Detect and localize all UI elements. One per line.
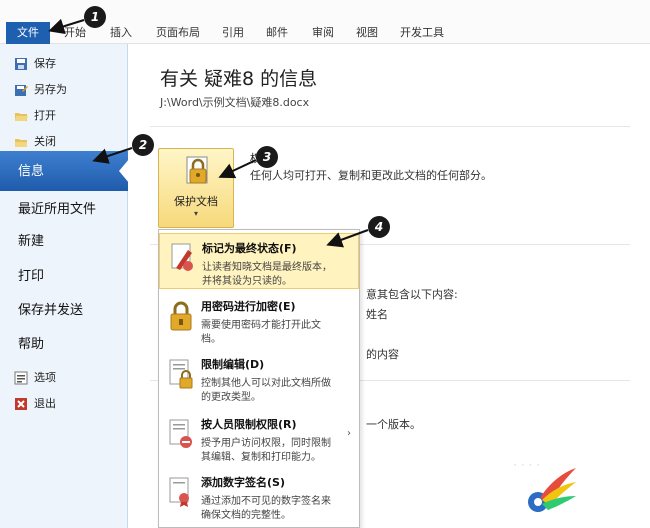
nav-close-label: 关闭 — [34, 135, 56, 148]
tab-review[interactable]: 审阅 — [312, 23, 334, 43]
encrypt-lock-icon — [170, 301, 192, 331]
nav-new[interactable]: 新建 — [18, 230, 44, 254]
tab-developer[interactable]: 开发工具 — [400, 23, 444, 43]
inspect-text: 的内容 — [366, 348, 399, 361]
nav-save-as[interactable]: 另存为 — [14, 80, 67, 100]
protect-document-menu: 标记为最终状态(F) 让读者知晓文档是最终版本， 并将其设为只读的。 用密码进行… — [158, 229, 360, 528]
chevron-right-icon: › — [347, 428, 351, 439]
options-icon — [14, 371, 28, 385]
nav-help[interactable]: 帮助 — [18, 333, 44, 357]
nav-save[interactable]: 保存 — [14, 54, 56, 74]
tab-references[interactable]: 引用 — [222, 23, 244, 43]
nav-open[interactable]: 打开 — [14, 106, 56, 126]
tab-mailings[interactable]: 邮件 — [266, 23, 288, 43]
versions-text: 一个版本。 — [366, 418, 421, 431]
nav-save-label: 保存 — [34, 57, 56, 70]
nav-recent[interactable]: 最近所用文件 — [18, 198, 96, 222]
nav-close[interactable]: 关闭 — [14, 132, 56, 152]
open-folder-icon — [14, 109, 28, 123]
inspect-text: 意其包含以下内容: — [366, 288, 458, 301]
menu-item-desc: 档。 — [201, 334, 221, 345]
tab-view[interactable]: 视图 — [356, 23, 378, 43]
menu-item-title: 添加数字签名(S) — [201, 476, 285, 489]
nav-exit[interactable]: 退出 — [14, 394, 56, 414]
menu-item-title: 标记为最终状态(F) — [202, 242, 297, 255]
menu-item-desc: 并将其设为只读的。 — [202, 276, 292, 287]
callout-badge: 2 — [132, 134, 154, 156]
menu-item-desc: 的更改类型。 — [201, 392, 261, 403]
document-path: J:\Word\示例文档\疑难8.docx — [160, 96, 310, 109]
nav-info-label: 信息 — [18, 164, 45, 179]
save-icon — [14, 57, 28, 71]
tab-home[interactable]: 开始 — [64, 23, 86, 43]
callout-badge: 3 — [256, 146, 278, 168]
menu-item-mark-final[interactable]: 标记为最终状态(F) 让读者知晓文档是最终版本， 并将其设为只读的。 — [159, 233, 359, 289]
nav-options-label: 选项 — [34, 371, 56, 384]
callout-badge: 4 — [368, 216, 390, 238]
menu-item-desc: 需要使用密码才能打开此文 — [201, 320, 321, 331]
protect-document-button[interactable]: 保护文档 ▾ — [158, 148, 234, 228]
menu-item-desc: 让读者知晓文档是最终版本， — [202, 262, 332, 273]
nav-open-label: 打开 — [34, 109, 56, 122]
callout-badge: 1 — [84, 6, 106, 28]
menu-item-desc: 其编辑、复制和打印能力。 — [201, 452, 321, 463]
permissions-description: 任何人均可打开、复制和更改此文档的任何部分。 — [250, 169, 492, 182]
chevron-down-icon: ▾ — [193, 209, 198, 218]
divider — [150, 126, 630, 127]
menu-item-title: 限制编辑(D) — [201, 358, 265, 371]
nav-print[interactable]: 打印 — [18, 265, 44, 289]
nav-info-selected[interactable]: 信息 — [0, 151, 129, 191]
nav-options[interactable]: 选项 — [14, 368, 56, 388]
tab-insert[interactable]: 插入 — [110, 23, 132, 43]
menu-item-encrypt[interactable]: 用密码进行加密(E) 需要使用密码才能打开此文 档。 — [159, 292, 359, 348]
nav-exit-label: 退出 — [34, 397, 56, 410]
menu-item-desc: 通过添加不可见的数字签名来 — [201, 496, 331, 507]
exit-icon — [14, 397, 28, 411]
mark-final-icon — [171, 243, 193, 271]
nav-save-send[interactable]: 保存并发送 — [18, 299, 83, 323]
restrict-editing-icon — [169, 359, 193, 389]
lock-icon — [186, 156, 208, 184]
restrict-permission-icon — [169, 419, 192, 448]
menu-item-title: 按人员限制权限(R) — [201, 418, 297, 431]
save-as-icon — [14, 83, 28, 97]
tab-file[interactable]: 文件 — [6, 22, 50, 44]
menu-item-title: 用密码进行加密(E) — [201, 300, 296, 313]
menu-item-digital-signature[interactable]: 添加数字签名(S) 通过添加不可见的数字签名来 确保文档的完整性。 — [159, 468, 359, 524]
menu-item-restrict-permission[interactable]: 按人员限制权限(R) 授予用户访问权限，同时限制 其编辑、复制和打印能力。 › — [159, 410, 359, 466]
watermark-text: · · · · — [513, 458, 540, 472]
protect-document-label: 保护文档 — [174, 195, 218, 208]
menu-item-desc: 控制其他人可以对此文档所做 — [201, 378, 331, 389]
tab-page-layout[interactable]: 页面布局 — [156, 23, 200, 43]
digital-signature-icon — [169, 477, 189, 507]
menu-item-desc: 授予用户访问权限，同时限制 — [201, 438, 331, 449]
nav-save-as-label: 另存为 — [34, 83, 67, 96]
menu-item-desc: 确保文档的完整性。 — [201, 510, 291, 521]
close-folder-icon — [14, 135, 28, 149]
page-title: 有关 疑难8 的信息 — [160, 68, 318, 90]
menu-item-restrict-editing[interactable]: 限制编辑(D) 控制其他人可以对此文档所做 的更改类型。 — [159, 350, 359, 406]
inspect-text: 姓名 — [366, 308, 388, 321]
